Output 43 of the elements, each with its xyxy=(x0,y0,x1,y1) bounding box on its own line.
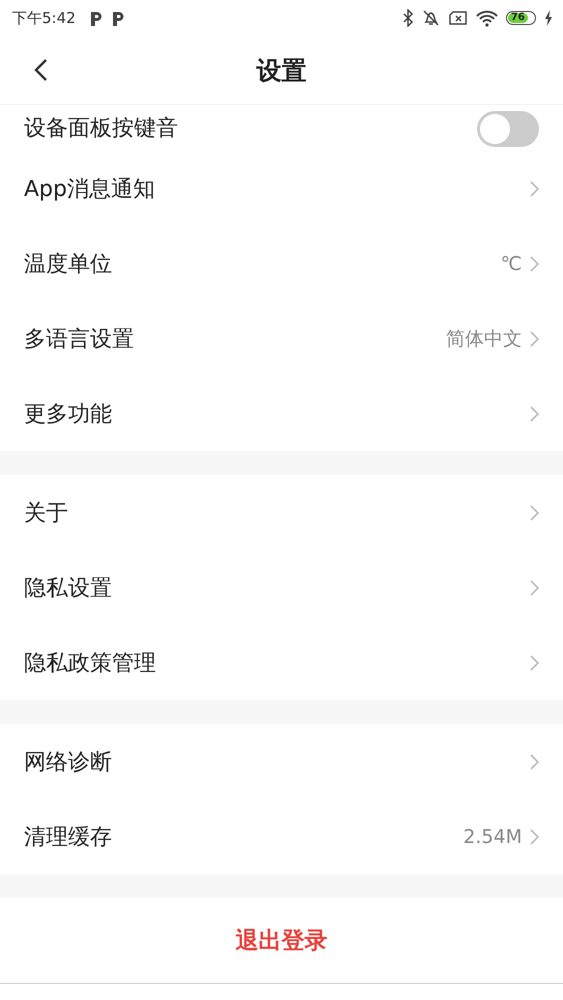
logout-button[interactable]: 退出登录 xyxy=(0,898,563,983)
no-sim-icon xyxy=(448,10,468,26)
row-label: 清理缓存 xyxy=(24,824,112,852)
chevron-right-icon xyxy=(530,654,539,670)
settings-row[interactable]: 隐私政策管理 xyxy=(0,625,563,700)
row-label: App消息通知 xyxy=(24,176,155,204)
row-label: 多语言设置 xyxy=(24,326,134,354)
row-label: 隐私设置 xyxy=(24,574,112,602)
row-label: 隐私政策管理 xyxy=(24,650,156,678)
settings-row[interactable]: 网络诊断 xyxy=(0,724,563,799)
settings-row[interactable]: 温度单位 ℃ xyxy=(0,226,563,301)
row-value: 简体中文 xyxy=(446,326,522,352)
chevron-right-icon xyxy=(530,828,539,844)
chevron-right-icon xyxy=(530,330,539,346)
chevron-right-icon xyxy=(530,754,539,770)
battery-indicator: 76 xyxy=(506,11,536,25)
settings-row[interactable]: 清理缓存 2.54M xyxy=(0,799,563,874)
charging-icon xyxy=(544,10,553,26)
settings-row[interactable]: 关于 xyxy=(0,475,563,550)
toggle-switch[interactable] xyxy=(477,111,539,147)
chevron-right-icon xyxy=(530,256,539,272)
back-icon xyxy=(34,58,48,82)
row-label: 关于 xyxy=(24,500,68,528)
row-label: 更多功能 xyxy=(24,400,112,428)
clock-time: 下午5:42 xyxy=(12,8,76,28)
row-label: 温度单位 xyxy=(24,250,112,278)
settings-row[interactable]: 设备面板按键音 xyxy=(0,105,563,151)
row-value: ℃ xyxy=(500,252,522,274)
chevron-right-icon xyxy=(530,180,539,196)
bluetooth-icon xyxy=(402,9,414,27)
row-label: 网络诊断 xyxy=(24,748,112,776)
settings-row[interactable]: App消息通知 xyxy=(0,151,563,226)
row-label: 设备面板按键音 xyxy=(24,115,178,143)
wifi-icon xyxy=(476,10,498,26)
muted-bell-icon xyxy=(422,9,440,27)
page-title: 设置 xyxy=(256,54,306,86)
chevron-right-icon xyxy=(530,406,539,422)
settings-row[interactable]: 多语言设置 简体中文 xyxy=(0,301,563,376)
chevron-right-icon xyxy=(530,504,539,520)
settings-row[interactable]: 更多功能 xyxy=(0,376,563,451)
chevron-right-icon xyxy=(530,580,539,596)
row-value: 2.54M xyxy=(463,826,522,848)
settings-row[interactable]: 隐私设置 xyxy=(0,550,563,625)
